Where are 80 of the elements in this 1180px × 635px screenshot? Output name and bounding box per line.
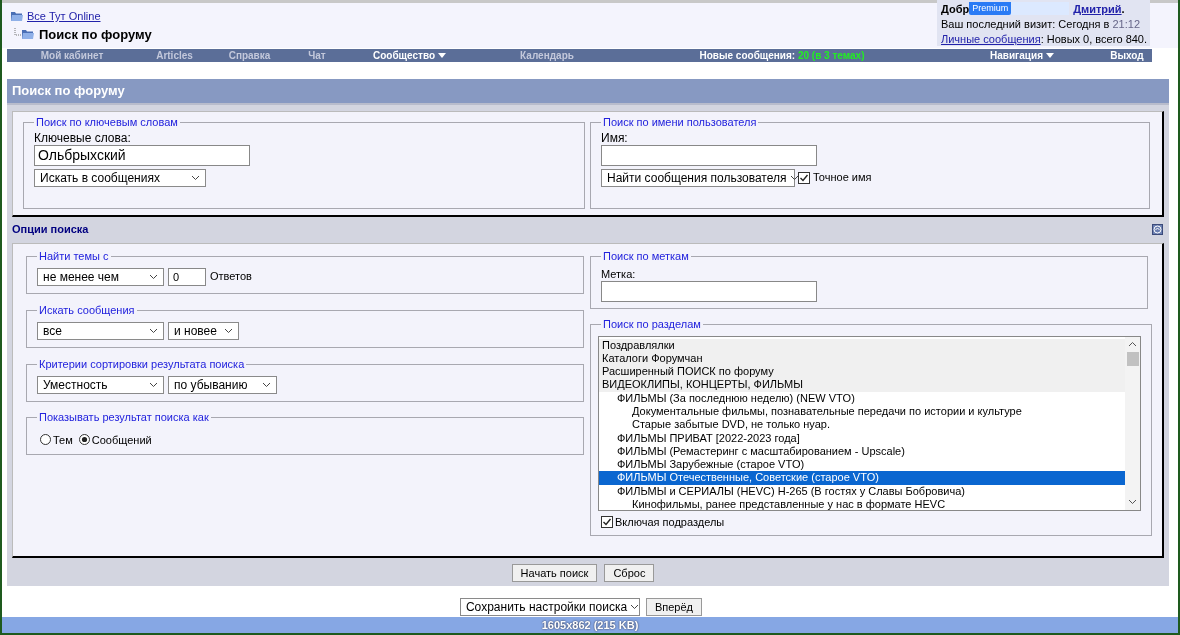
list-option[interactable]: ФИЛЬМЫ ПРИВАТ [2022-2023 года] — [599, 431, 1125, 445]
username-input[interactable] — [601, 144, 817, 166]
new-posts-link[interactable]: Новые сообщения: 20 (в 3 темах) — [699, 49, 865, 62]
image-size-caption: 1605x862 (215 KB) — [541, 618, 639, 633]
radio-label: Тем — [53, 432, 73, 448]
dropdown[interactable]: по убыванию — [168, 375, 277, 394]
private-messages-link[interactable]: Личные сообщения — [941, 32, 1041, 47]
nav-link[interactable]: Выход — [1110, 49, 1144, 62]
list-option[interactable]: Поздравлялки — [599, 338, 1125, 352]
field-label: Метка: — [601, 266, 637, 281]
fieldset-legend: Поиск по разделам — [601, 316, 703, 333]
scrollbar[interactable] — [1125, 336, 1140, 510]
dropdown[interactable]: Сохранить настройки поиска — [459, 598, 640, 616]
keyword-input[interactable]: Ольбрыхский — [34, 144, 250, 166]
list-option[interactable]: ФИЛЬМЫ (За последнюю неделю) (NEW VTO) — [599, 391, 1125, 405]
options-heading: Опции поиска — [12, 221, 89, 237]
checkbox[interactable] — [601, 515, 613, 528]
breadcrumb-link[interactable]: Все Тут Online — [27, 8, 101, 25]
form-button[interactable]: Сброс — [604, 564, 655, 582]
tree-folder-icon — [14, 28, 36, 41]
list-option[interactable]: Расширенный ПОИСК по форуму — [599, 365, 1125, 379]
fieldset-legend: Критерии сортировки результата поиска — [37, 356, 247, 373]
welcome-text: Добр — [941, 2, 970, 17]
fieldset-legend: Поиск по меткам — [601, 248, 691, 265]
list-option[interactable]: Кинофильмы, ранее представленные у нас в формате HEVC — [599, 498, 1125, 510]
number-input[interactable]: 0 — [168, 267, 206, 286]
nav-menu[interactable]: Сообщество — [372, 49, 447, 62]
list-option[interactable]: ФИЛЬМЫ Зарубежные (старое VTO) — [599, 458, 1125, 472]
caret-down-icon[interactable] — [438, 53, 447, 58]
chevron-down-icon — [149, 273, 158, 280]
dropdown[interactable]: Уместность — [37, 375, 164, 394]
chevron-down-icon — [149, 327, 158, 334]
unit-label: Ответов — [210, 269, 252, 285]
checkbox[interactable] — [798, 171, 810, 184]
chevron-down-icon — [191, 174, 200, 181]
checkbox-label: Включая подразделы — [615, 514, 725, 530]
tag-input[interactable] — [601, 280, 817, 302]
chevron-down-icon — [630, 604, 640, 610]
section-listbox[interactable] — [598, 335, 1141, 511]
list-option[interactable]: ВИДЕОКЛИПЫ, КОНЦЕРТЫ, ФИЛЬМЫ — [599, 378, 1125, 392]
forward-button[interactable]: Вперёд — [645, 598, 703, 616]
username-link[interactable]: Дмитрий — [1073, 2, 1122, 17]
section-title: Поиск по форуму — [7, 79, 1169, 105]
field-label: Ключевые слова: — [34, 130, 132, 145]
dropdown[interactable]: не менее чем — [37, 267, 164, 286]
chevron-down-icon — [789, 174, 799, 181]
checkbox-label: Точное имя — [813, 170, 872, 186]
chevron-down-icon — [149, 381, 158, 388]
dropdown[interactable]: все — [37, 321, 164, 340]
page-heading: Поиск по форуму — [39, 25, 152, 44]
last-visit-time: 21:12 — [1112, 17, 1140, 32]
fieldset-legend: Найти темы с — [37, 248, 111, 265]
list-option[interactable]: ФИЛЬМЫ Отечественные, Советские (старое VTO) — [599, 471, 1125, 485]
nav-menu[interactable]: Навигация — [990, 49, 1054, 62]
list-option[interactable]: ФИЛЬМЫ (Ремастеринг с масштабированием - Upscale) — [599, 444, 1125, 459]
radio-button[interactable] — [40, 434, 51, 446]
scroll-thumb[interactable] — [1126, 351, 1139, 366]
dropdown[interactable]: и новее — [168, 321, 239, 340]
radio-label: Сообщений — [91, 432, 152, 448]
chevron-down-icon — [262, 381, 271, 388]
fieldset-legend: Искать сообщения — [37, 302, 137, 319]
dropdown[interactable]: Найти сообщения пользователя — [601, 168, 795, 187]
form-button[interactable]: Начать поиск — [511, 564, 598, 582]
last-visit-text: Ваш последний визит: Сегодня в — [941, 17, 1111, 32]
caret-down-icon[interactable] — [1045, 53, 1054, 58]
punctuation-text: . — [1121, 2, 1125, 17]
list-option[interactable]: Документальные фильмы, познавательные передачи по истории и культуре — [599, 405, 1125, 419]
dropdown[interactable]: Искать в сообщениях — [34, 168, 206, 187]
field-label: Имя: — [601, 130, 629, 145]
fieldset-legend: Поиск по имени пользователя — [601, 114, 759, 131]
fieldset-legend: Поиск по ключевым словам — [34, 114, 180, 131]
list-option[interactable]: ФИЛЬМЫ и СЕРИАЛЫ (HEVC) H-265 (В гостях у Славы Бобровича) — [599, 484, 1125, 499]
fieldset-legend: Показывать результат поиска как — [37, 409, 211, 426]
message-count-text: : Новых 0, всего 840. — [1040, 32, 1148, 47]
premium-badge: Premium — [969, 2, 1012, 15]
folder-icon — [10, 10, 24, 23]
collapse-icon[interactable] — [1152, 223, 1163, 235]
list-option[interactable]: Старые забытые DVD, не только нуар. — [599, 418, 1125, 432]
chevron-down-icon — [224, 327, 233, 334]
radio-button[interactable] — [78, 434, 90, 446]
